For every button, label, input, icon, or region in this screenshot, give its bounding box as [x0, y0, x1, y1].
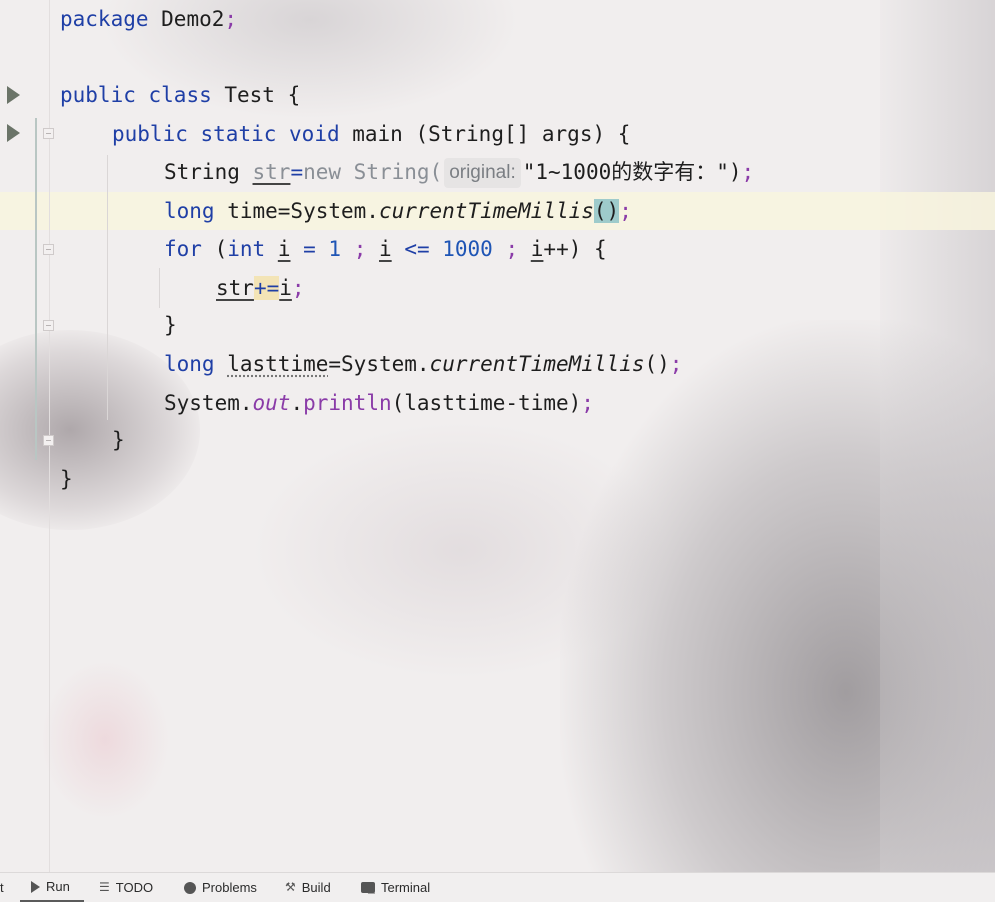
fold-marker[interactable]: [43, 320, 54, 331]
semicolon: ;: [291, 276, 305, 300]
fold-marker[interactable]: [43, 128, 54, 139]
keyword: int: [227, 237, 266, 261]
static-field: out: [252, 391, 291, 415]
operator: <=: [391, 237, 443, 261]
code-line: long time=System.currentTimeMillis();: [164, 192, 632, 230]
code-line: public static void main (String[] args) …: [112, 115, 630, 153]
hammer-icon: ⚒: [285, 880, 296, 894]
code-line: package Demo2;: [60, 0, 237, 38]
play-icon: [31, 880, 40, 893]
method-call: currentTimeMillis: [378, 199, 594, 223]
tool-tab-label: Build: [301, 880, 331, 895]
semicolon: ;: [341, 237, 380, 261]
run-main-icon[interactable]: [7, 124, 20, 142]
type-name: String: [164, 160, 253, 184]
semicolon: ;: [581, 391, 594, 415]
fold-marker[interactable]: [43, 435, 54, 446]
keyword: long: [164, 199, 215, 223]
operator: +=: [253, 276, 280, 300]
dot: .: [290, 391, 304, 415]
loop-variable: i: [379, 237, 392, 261]
method-call: println: [303, 391, 392, 415]
keyword: package: [60, 7, 149, 31]
code-line: str+=i;: [216, 269, 305, 307]
keyword: class: [148, 83, 212, 107]
fold-marker[interactable]: [43, 244, 54, 255]
code-line: System.out.println(lasttime-time);: [164, 384, 594, 422]
semicolon: ;: [741, 160, 755, 184]
semicolon: ;: [492, 237, 531, 261]
terminal-icon: >_: [361, 880, 375, 894]
tool-tab-terminal[interactable]: >_ Terminal: [361, 873, 430, 902]
method-scope-indicator: [35, 118, 37, 460]
package-name: Demo2: [148, 7, 225, 31]
semicolon: ;: [669, 352, 683, 376]
run-class-icon[interactable]: [7, 86, 20, 104]
tool-tab-build[interactable]: ⚒ Build: [285, 873, 331, 902]
constructor-call: new String(: [303, 160, 443, 184]
variable: str: [216, 276, 254, 300]
keyword: void: [289, 122, 340, 146]
semicolon: ;: [224, 7, 238, 31]
declaration: time=System.: [214, 199, 379, 223]
loop-variable: i: [279, 276, 292, 300]
arguments: (lasttime-time): [391, 391, 582, 415]
number: 1000: [442, 237, 493, 261]
indent-guide: [159, 268, 160, 308]
keyword: static: [200, 122, 277, 146]
parens: (): [644, 352, 670, 376]
code-line: }: [60, 460, 73, 498]
code-line: public class Test {: [60, 76, 300, 114]
indent-guide: [107, 155, 108, 420]
semicolon: ;: [619, 199, 632, 223]
closing-brace: }: [164, 313, 177, 337]
tool-tab-label: Problems: [202, 880, 257, 895]
parameter-hint: original:: [444, 158, 521, 188]
keyword: long: [164, 352, 215, 376]
operator: =: [290, 237, 329, 261]
increment: ++) {: [543, 237, 607, 261]
variable: lasttime: [227, 352, 329, 376]
code-line: }: [112, 421, 125, 459]
code-line: for (int i = 1 ; i <= 1000 ; i++) {: [164, 230, 607, 268]
paren: (: [201, 237, 228, 261]
matched-parens: (): [593, 199, 620, 223]
method-call: currentTimeMillis: [429, 352, 645, 376]
tool-tab-label: Run: [46, 879, 70, 894]
method-signature: main (String[] args) {: [339, 122, 631, 146]
wallpaper-shade: [560, 320, 995, 901]
loop-variable: i: [277, 237, 291, 261]
number: 1: [328, 237, 342, 261]
variable: str: [252, 160, 291, 184]
keyword: public: [60, 83, 136, 107]
tool-tab-label: TODO: [115, 880, 154, 895]
wallpaper-shade: [250, 420, 670, 680]
tool-tab-run[interactable]: Run: [20, 873, 84, 902]
list-icon: ☰: [99, 880, 110, 894]
tool-tab-todo[interactable]: ☰ TODO: [99, 873, 153, 902]
keyword: for: [164, 237, 202, 261]
problems-icon: !: [184, 881, 196, 894]
tool-tab-cut[interactable]: t: [0, 873, 4, 902]
string-literal: "1~1000的数字有："): [522, 160, 742, 184]
loop-variable: i: [530, 237, 544, 261]
closing-brace: }: [112, 428, 125, 452]
closing-brace: }: [60, 467, 73, 491]
wallpaper-shade: [40, 660, 170, 820]
declaration: =System.: [328, 352, 430, 376]
tool-tab-problems[interactable]: ! Problems: [184, 873, 257, 902]
tool-window-bar: t Run ☰ TODO ! Problems ⚒ Build >_ Termi…: [0, 872, 995, 902]
wallpaper-shade: [880, 0, 995, 901]
code-line: String str=new String(original: "1~1000的数…: [164, 153, 754, 191]
keyword: public: [112, 122, 188, 146]
class-ref: System.: [164, 391, 253, 415]
code-line: long lasttime=System.currentTimeMillis()…: [164, 345, 682, 383]
operator: =: [290, 160, 304, 184]
tool-tab-label: Terminal: [381, 880, 431, 895]
tool-tab-label: t: [0, 880, 4, 895]
class-name: Test {: [211, 83, 301, 107]
code-line: }: [164, 306, 177, 344]
